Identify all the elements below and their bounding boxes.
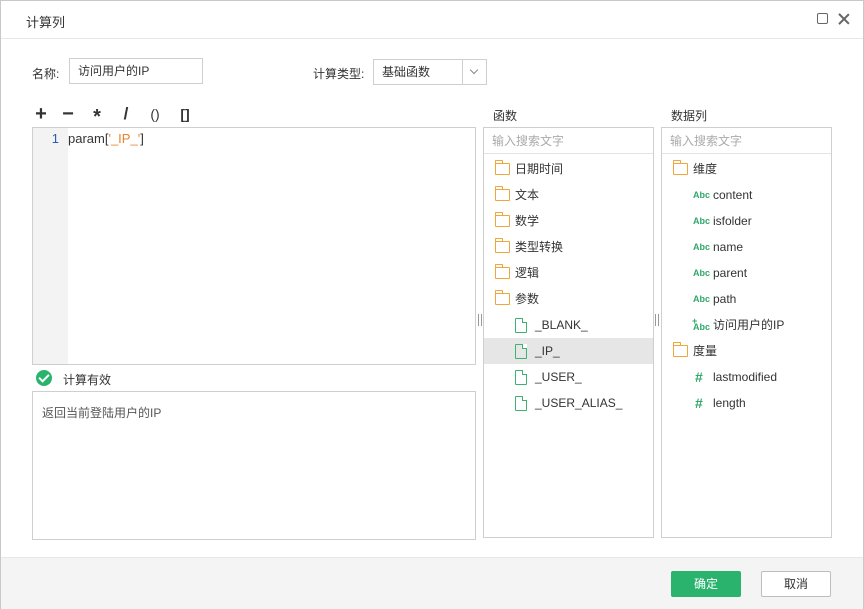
folder-icon — [495, 238, 510, 253]
column-name[interactable]: Abc name — [662, 234, 831, 260]
columns-title: 数据列 — [671, 109, 708, 123]
calculated-column-dialog: 计算列 名称: 访问用户的IP 计算类型: 基础函数 + − * / () []… — [0, 0, 864, 609]
param-label: _USER_ALIAS_ — [535, 396, 623, 410]
file-icon — [515, 344, 527, 359]
folder-icon — [495, 186, 510, 201]
folder-label: 维度 — [693, 162, 718, 176]
param-label: _USER_ — [535, 370, 582, 384]
file-icon — [515, 370, 527, 385]
left-splitter-handle[interactable] — [478, 314, 482, 326]
code-string: '_IP_' — [108, 131, 141, 146]
folder-type-conversion[interactable]: 类型转换 — [484, 234, 653, 260]
folder-text[interactable]: 文本 — [484, 182, 653, 208]
column-visitor-ip[interactable]: + Abc 访问用户的IP — [662, 312, 831, 338]
folder-icon — [495, 160, 510, 175]
chevron-down-icon[interactable] — [462, 60, 486, 84]
parentheses-operator-button[interactable]: () — [144, 103, 166, 125]
param-ip[interactable]: _IP_ — [484, 338, 653, 364]
plus-operator-button[interactable]: + — [31, 103, 51, 125]
column-path[interactable]: Abc path — [662, 286, 831, 312]
folder-label: 参数 — [515, 292, 540, 306]
param-blank[interactable]: _BLANK_ — [484, 312, 653, 338]
folder-parameters[interactable]: 参数 — [484, 286, 653, 312]
line-number: 1 — [51, 131, 59, 146]
folder-label: 度量 — [693, 344, 718, 358]
text-type-icon: Abc — [693, 268, 711, 278]
folder-label: 逻辑 — [515, 266, 540, 280]
param-label: _IP_ — [535, 344, 560, 358]
columns-panel: 输入搜索文字 维度 Abc content Abc isfolder Abc n… — [661, 127, 832, 538]
folder-open-icon — [495, 290, 510, 305]
columns-search-input[interactable]: 输入搜索文字 — [662, 128, 831, 154]
code-function: param[ — [68, 131, 109, 146]
dialog-footer: 确定 取消 — [1, 557, 863, 609]
param-user-alias[interactable]: _USER_ALIAS_ — [484, 390, 653, 416]
column-label: parent — [713, 266, 748, 280]
column-content[interactable]: Abc content — [662, 182, 831, 208]
name-label: 名称: — [32, 67, 60, 81]
functions-search-input[interactable]: 输入搜索文字 — [484, 128, 653, 154]
folder-icon — [495, 264, 510, 279]
folder-math[interactable]: 数学 — [484, 208, 653, 234]
column-isfolder[interactable]: Abc isfolder — [662, 208, 831, 234]
expression-editor[interactable]: 1 param['_IP_'] — [32, 127, 476, 365]
folder-open-icon — [673, 342, 688, 357]
column-lastmodified[interactable]: # lastmodified — [662, 364, 831, 390]
confirm-button[interactable]: 确定 — [671, 571, 741, 597]
folder-label: 日期时间 — [515, 162, 564, 176]
dialog-title: 计算列 — [26, 15, 66, 30]
folder-icon — [495, 212, 510, 227]
column-label: isfolder — [713, 214, 752, 228]
functions-panel: 输入搜索文字 日期时间 文本 数学 类型转换 逻辑 参数 _BLANK_ _IP… — [483, 127, 654, 538]
functions-title: 函数 — [493, 109, 518, 123]
code-close: ] — [140, 131, 144, 146]
column-label: content — [713, 188, 753, 202]
divide-operator-button[interactable]: / — [116, 103, 136, 125]
validation-text: 计算有效 — [63, 373, 112, 387]
folder-logic[interactable]: 逻辑 — [484, 260, 653, 286]
close-icon[interactable] — [837, 12, 851, 26]
folder-dimensions[interactable]: 维度 — [662, 156, 831, 182]
folder-label: 数学 — [515, 214, 540, 228]
folder-label: 文本 — [515, 188, 540, 202]
name-input[interactable]: 访问用户的IP — [69, 58, 203, 84]
maximize-icon[interactable] — [816, 12, 830, 26]
column-label: lastmodified — [713, 370, 778, 384]
multiply-operator-button[interactable]: * — [87, 106, 107, 128]
folder-measures[interactable]: 度量 — [662, 338, 831, 364]
column-label: name — [713, 240, 744, 254]
type-select[interactable]: 基础函数 — [373, 59, 487, 85]
title-bar: 计算列 — [1, 1, 863, 39]
function-description: 返回当前登陆用户的IP — [32, 391, 476, 540]
number-type-icon: # — [695, 369, 703, 385]
line-gutter: 1 — [33, 128, 68, 364]
code-line: param['_IP_'] — [68, 131, 144, 146]
cancel-button[interactable]: 取消 — [761, 571, 831, 597]
folder-label: 类型转换 — [515, 240, 564, 254]
folder-open-icon — [673, 160, 688, 175]
text-type-icon: Abc — [693, 242, 711, 252]
type-label: 计算类型: — [313, 67, 365, 81]
column-parent[interactable]: Abc parent — [662, 260, 831, 286]
param-user[interactable]: _USER_ — [484, 364, 653, 390]
type-select-value: 基础函数 — [382, 65, 431, 79]
file-icon — [515, 396, 527, 411]
column-length[interactable]: # length — [662, 390, 831, 416]
column-label: path — [713, 292, 737, 306]
text-type-icon: Abc — [693, 190, 711, 200]
file-icon — [515, 318, 527, 333]
check-circle-icon — [36, 370, 52, 386]
calculated-text-type-icon: + Abc — [692, 316, 711, 332]
column-label: length — [713, 396, 746, 410]
folder-datetime[interactable]: 日期时间 — [484, 156, 653, 182]
param-label: _BLANK_ — [535, 318, 588, 332]
number-type-icon: # — [695, 395, 703, 411]
brackets-operator-button[interactable]: [] — [174, 103, 196, 125]
minus-operator-button[interactable]: − — [58, 103, 78, 125]
column-label: 访问用户的IP — [713, 318, 785, 332]
right-splitter-handle[interactable] — [655, 314, 659, 326]
text-type-icon: Abc — [693, 216, 711, 226]
